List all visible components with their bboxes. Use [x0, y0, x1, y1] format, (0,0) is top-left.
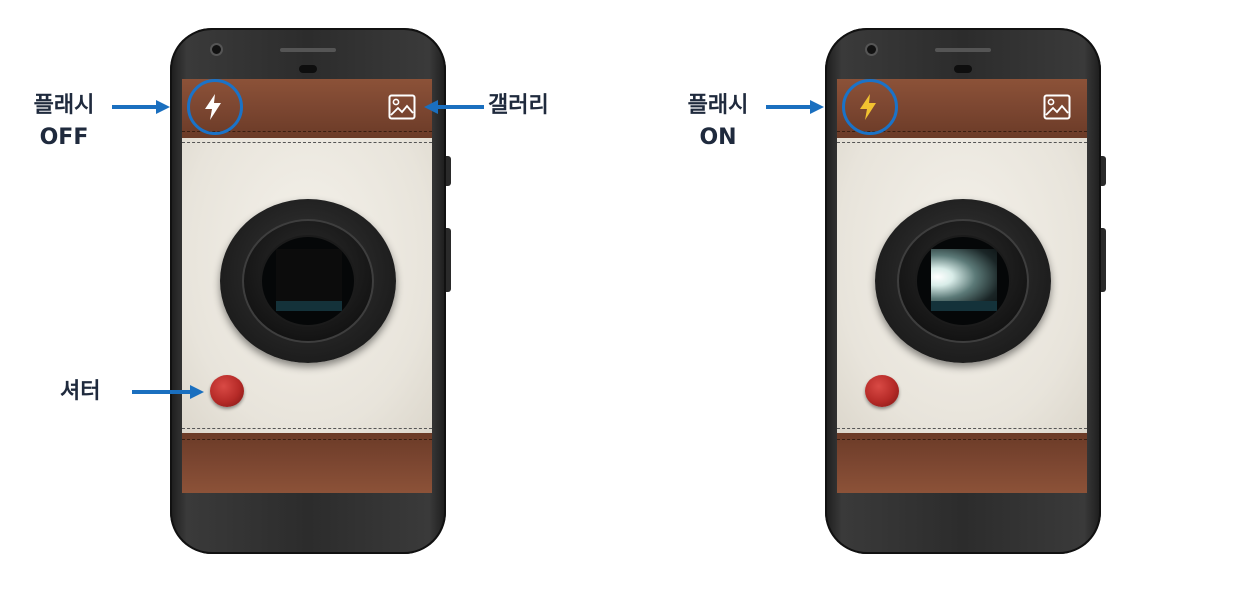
camera-preview	[931, 249, 997, 311]
phone-volume-button	[1101, 228, 1106, 292]
flash-on-label-line1: 플래시	[687, 93, 749, 118]
lens-glass	[260, 235, 356, 327]
shutter-button[interactable]	[865, 375, 899, 407]
lens-ring	[242, 219, 374, 343]
app-screen	[837, 79, 1087, 493]
flash-highlight-circle	[187, 79, 243, 135]
shutter-arrow	[132, 385, 204, 399]
flash-off-label-line2: OFF	[39, 125, 89, 150]
lens	[220, 199, 396, 363]
camera-preview	[276, 249, 342, 311]
proximity-sensor	[954, 65, 972, 73]
phone-volume-button	[446, 228, 451, 292]
flash-off-label: 플래시 OFF	[18, 90, 110, 154]
flash-on-label-line2: ON	[699, 125, 737, 150]
gallery-icon[interactable]	[1043, 93, 1071, 121]
lens-glass	[915, 235, 1011, 327]
phone-side-button	[1101, 156, 1106, 186]
flash-off-label-line1: 플래시	[33, 93, 95, 118]
gallery-icon[interactable]	[388, 93, 416, 121]
flash-highlight-circle	[842, 79, 898, 135]
bottom-panel	[182, 433, 432, 493]
front-camera	[865, 43, 878, 56]
shutter-button[interactable]	[210, 375, 244, 407]
earpiece-speaker	[935, 48, 991, 52]
flash-off-arrow	[112, 100, 170, 114]
earpiece-speaker	[280, 48, 336, 52]
gallery-label: 갤러리	[488, 93, 549, 118]
front-camera	[210, 43, 223, 56]
flash-on-label: 플래시 ON	[672, 90, 764, 154]
app-screen	[182, 79, 432, 493]
lens-ring	[897, 219, 1029, 343]
phone-side-button	[446, 156, 451, 186]
proximity-sensor	[299, 65, 317, 73]
flash-on-arrow	[766, 100, 824, 114]
bottom-panel	[837, 433, 1087, 493]
gallery-arrow	[424, 100, 484, 114]
lens	[875, 199, 1051, 363]
shutter-label: 셔터	[60, 379, 101, 404]
